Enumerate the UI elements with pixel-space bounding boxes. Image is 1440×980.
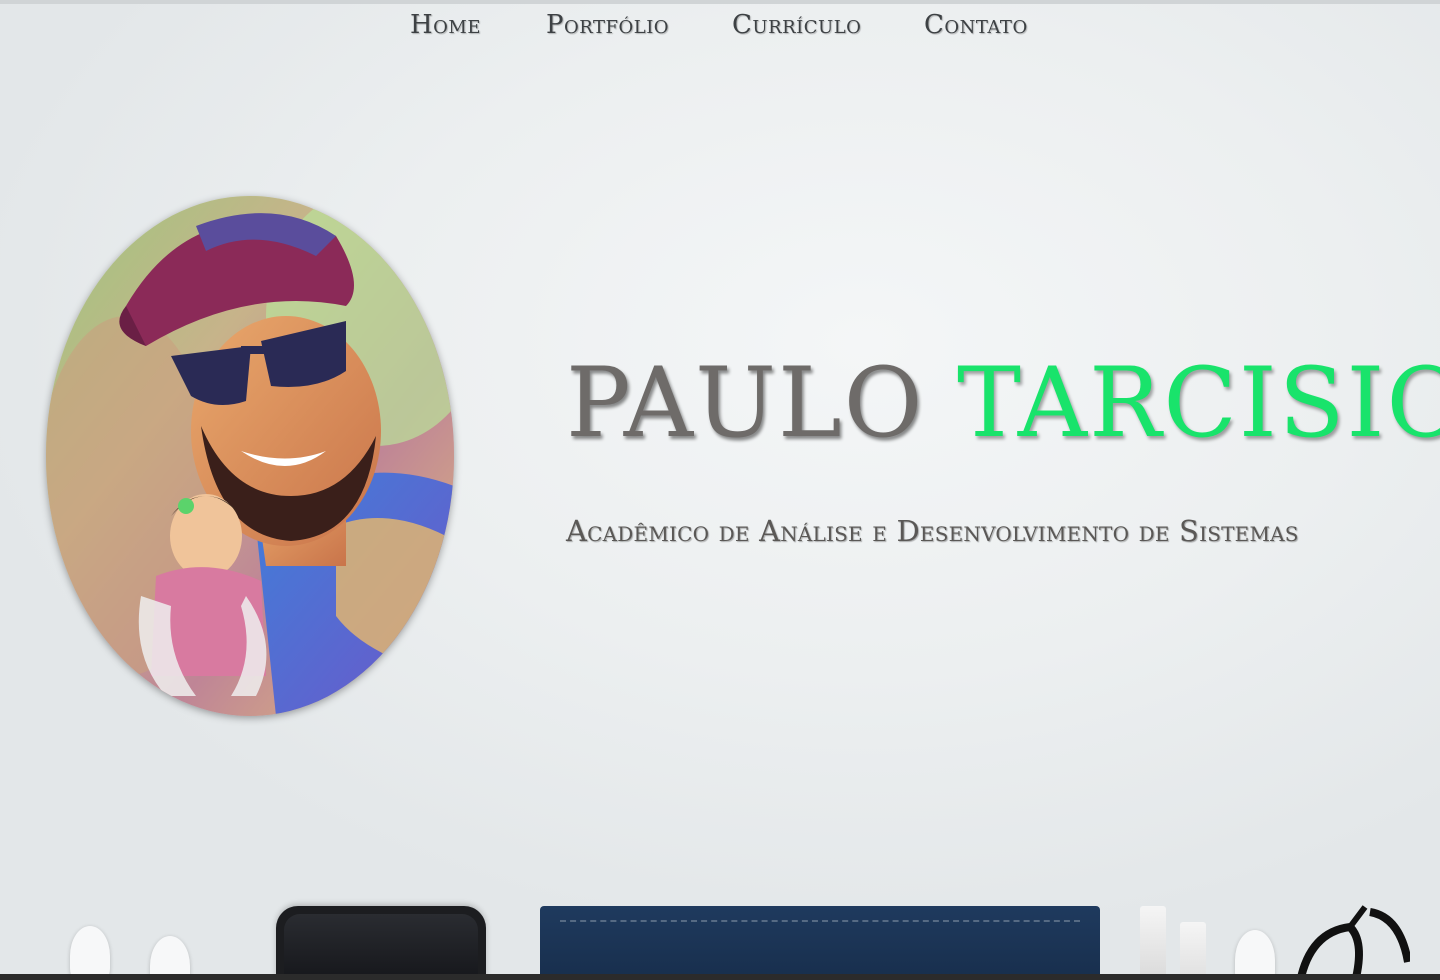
nav-portfolio-link[interactable]: Portfólio xyxy=(546,10,669,40)
pencil-image xyxy=(1180,922,1206,980)
bottom-border xyxy=(0,974,1440,980)
phone-screen xyxy=(284,914,478,980)
top-border xyxy=(0,0,1440,4)
profile-photo xyxy=(46,196,454,716)
glasses-image xyxy=(1296,905,1410,980)
hero-title: PAULO TARCISIO xyxy=(566,355,1440,451)
main-navigation: Home Portfólio Currículo Contato xyxy=(0,10,1440,50)
notebook-image xyxy=(540,906,1100,980)
profile-photo-icon xyxy=(46,196,454,716)
hero-first-name: PAULO xyxy=(566,347,925,459)
hero-subtitle: Acadêmico de Análise e Desenvolvimento d… xyxy=(566,514,1299,548)
nav-contato-link[interactable]: Contato xyxy=(924,10,1028,40)
phone-image xyxy=(276,906,486,980)
hero-last-name: TARCISIO xyxy=(956,347,1440,459)
nav-curriculo-link[interactable]: Currículo xyxy=(732,10,861,40)
pencil-image xyxy=(1140,906,1166,980)
earbud-image xyxy=(70,926,110,980)
nav-home-link[interactable]: Home xyxy=(410,10,481,40)
notebook-stitch xyxy=(560,920,1080,924)
